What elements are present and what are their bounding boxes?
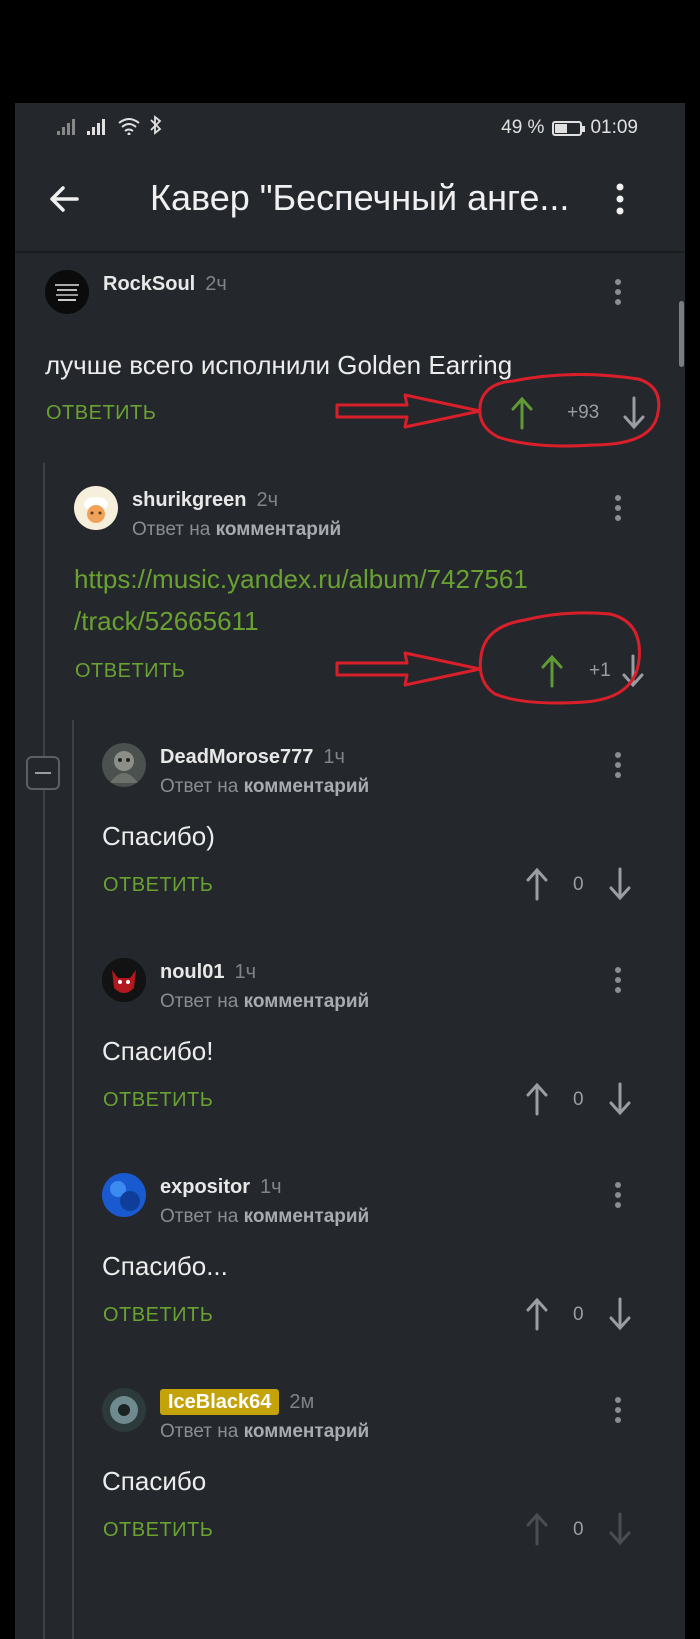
comment: DeadMorose777 1ч Ответ на комментарий Спа… xyxy=(102,743,665,913)
downvote-icon[interactable] xyxy=(609,867,631,901)
status-icons xyxy=(57,115,163,135)
comment-menu-icon[interactable] xyxy=(613,1181,623,1209)
comment-time: 1ч xyxy=(323,746,345,768)
reply-button[interactable]: ОТВЕТИТЬ xyxy=(103,1304,213,1327)
reply-to: Ответ на комментарий xyxy=(132,519,342,540)
app-bar: Кавер "Беспечный анге... xyxy=(15,153,685,253)
battery-percent: 49 % xyxy=(501,117,545,138)
comment-time: 2ч xyxy=(205,273,227,295)
comment-text: лучше всего исполнили Golden Earring xyxy=(45,350,513,380)
comment: expositor 1ч Ответ на комментарий Спасибо… xyxy=(102,1173,665,1343)
back-arrow-icon[interactable] xyxy=(45,179,85,219)
reply-to-link[interactable]: комментарий xyxy=(244,1421,370,1442)
downvote-icon[interactable] xyxy=(609,1082,631,1116)
upvote-icon[interactable] xyxy=(541,654,563,688)
comment-menu-icon[interactable] xyxy=(613,494,623,522)
signal-icon xyxy=(87,119,105,135)
more-menu-icon[interactable] xyxy=(610,179,630,219)
comment: noul01 1ч Ответ на комментарий Спасибо! О… xyxy=(102,958,665,1128)
upvote-icon[interactable] xyxy=(526,867,548,901)
reply-to-link[interactable]: комментарий xyxy=(244,776,370,797)
rating: 0 xyxy=(573,1089,584,1110)
rating: +93 xyxy=(567,402,600,423)
username[interactable]: shurikgreen 2ч xyxy=(132,489,278,512)
signal-icon xyxy=(57,119,75,135)
reply-button[interactable]: ОТВЕТИТЬ xyxy=(46,402,156,425)
reply-to: Ответ на комментарий xyxy=(160,1421,370,1442)
username[interactable]: RockSoul 2ч xyxy=(103,273,227,296)
app-screen: 49 % 01:09 Кавер "Беспечный анге... Rock… xyxy=(15,103,685,1639)
scrollbar-thumb[interactable] xyxy=(679,301,684,367)
downvote-icon[interactable] xyxy=(609,1512,631,1546)
comment-menu-icon[interactable] xyxy=(613,751,623,779)
rating: +1 xyxy=(589,660,611,681)
reply-button[interactable]: ОТВЕТИТЬ xyxy=(103,1089,213,1112)
username[interactable]: noul01 1ч xyxy=(160,961,256,984)
comment-text: Спасибо) xyxy=(102,821,215,851)
comment-text: Спасибо xyxy=(102,1466,207,1496)
comment-time: 1ч xyxy=(234,961,256,983)
comment: IceBlack64 2м Ответ на комментарий Спасиб… xyxy=(102,1388,665,1558)
avatar[interactable] xyxy=(102,743,146,787)
avatar[interactable] xyxy=(102,1388,146,1432)
comment-link[interactable]: https://music.yandex.ru/album/7427561 xyxy=(74,564,528,595)
comment-text: Спасибо! xyxy=(102,1036,214,1066)
reply-button[interactable]: ОТВЕТИТЬ xyxy=(103,874,213,897)
downvote-icon[interactable] xyxy=(609,1297,631,1331)
reply-to-link[interactable]: комментарий xyxy=(216,519,342,540)
comment-link[interactable]: /track/52665611 xyxy=(74,606,259,637)
downvote-icon[interactable] xyxy=(622,654,644,688)
reply-to: Ответ на комментарий xyxy=(160,991,370,1012)
downvote-icon[interactable] xyxy=(623,396,645,430)
reply-button[interactable]: ОТВЕТИТЬ xyxy=(75,660,185,683)
comment: shurikgreen 2ч Ответ на комментарий https… xyxy=(74,486,665,688)
rating: 0 xyxy=(573,1304,584,1325)
comment-time: 2м xyxy=(289,1391,315,1413)
comment-menu-icon[interactable] xyxy=(613,1396,623,1424)
comment-time: 1ч xyxy=(260,1176,282,1198)
thread-line xyxy=(43,463,45,1639)
reply-button[interactable]: ОТВЕТИТЬ xyxy=(103,1519,213,1542)
username[interactable]: IceBlack64 2м xyxy=(160,1389,315,1415)
battery-icon xyxy=(552,120,586,136)
thread-line xyxy=(72,720,74,1639)
page-title: Кавер "Беспечный анге... xyxy=(150,177,570,218)
status-right: 49 % 01:09 xyxy=(501,117,638,139)
upvote-icon[interactable] xyxy=(511,396,533,430)
reply-to: Ответ на комментарий xyxy=(160,776,370,797)
wifi-icon xyxy=(118,118,140,135)
avatar[interactable] xyxy=(102,1173,146,1217)
upvote-icon[interactable] xyxy=(526,1297,548,1331)
rating: 0 xyxy=(573,1519,584,1540)
reply-to-link[interactable]: комментарий xyxy=(244,1206,370,1227)
status-bar: 49 % 01:09 xyxy=(15,103,685,153)
collapse-thread-button[interactable] xyxy=(26,756,60,790)
upvote-icon[interactable] xyxy=(526,1512,548,1546)
rating: 0 xyxy=(573,874,584,895)
reply-to-link[interactable]: комментарий xyxy=(244,991,370,1012)
username[interactable]: DeadMorose777 1ч xyxy=(160,746,345,769)
avatar[interactable] xyxy=(74,486,118,530)
comment: RockSoul 2ч лучше всего исполнили Golden … xyxy=(45,270,665,430)
comment-menu-icon[interactable] xyxy=(613,966,623,994)
reply-to: Ответ на комментарий xyxy=(160,1206,370,1227)
user-badge: IceBlack64 xyxy=(160,1389,280,1415)
comment-menu-icon[interactable] xyxy=(613,278,623,306)
battery-fill xyxy=(555,123,568,133)
upvote-icon[interactable] xyxy=(526,1082,548,1116)
bluetooth-icon xyxy=(150,115,162,135)
avatar[interactable] xyxy=(102,958,146,1002)
clock: 01:09 xyxy=(590,117,638,138)
username[interactable]: expositor 1ч xyxy=(160,1176,282,1199)
comment-time: 2ч xyxy=(256,489,279,511)
avatar[interactable] xyxy=(45,270,89,314)
comment-text: Спасибо... xyxy=(102,1251,228,1281)
